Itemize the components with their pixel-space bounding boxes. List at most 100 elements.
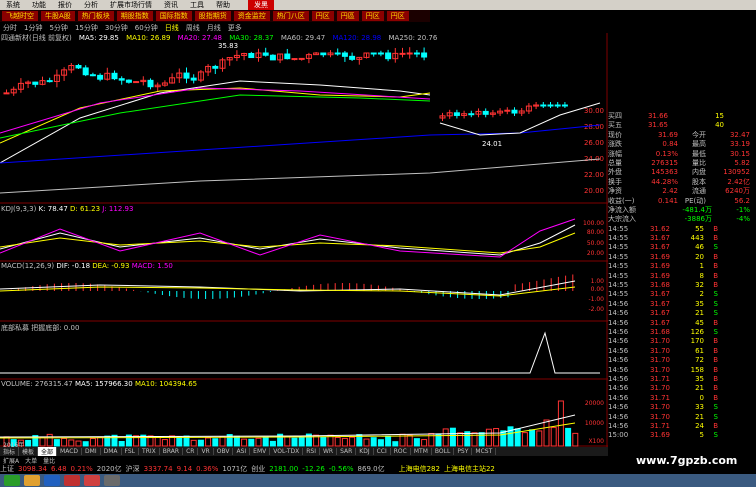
- volume-bar: [298, 436, 305, 447]
- tick-row: 14:55 31.67 443 B: [608, 234, 756, 243]
- info-value-2: 32.47: [729, 130, 750, 139]
- tick-time: 14:55: [608, 224, 629, 233]
- app-icon[interactable]: [84, 475, 100, 486]
- trading-app-icon[interactable]: [64, 475, 80, 486]
- tick-volume: 33: [695, 403, 704, 412]
- start-icon[interactable]: [4, 475, 20, 486]
- tick-time: 14:56: [608, 403, 629, 412]
- tick-time: 14:56: [608, 299, 629, 308]
- menu-item-6[interactable]: 工具: [184, 0, 210, 10]
- info-row: 总量 276315 量比 5.82: [608, 159, 756, 168]
- tick-side: S: [713, 403, 718, 412]
- buy-label: 买四: [608, 112, 622, 120]
- flow-pct: -4%: [736, 215, 750, 224]
- volume-bar: [291, 437, 298, 447]
- indicator-tab-17[interactable]: SAR: [337, 448, 357, 455]
- toolbar-button-9[interactable]: 円區: [336, 11, 359, 21]
- indicator-tab-14[interactable]: VOL-TDX: [270, 448, 304, 455]
- period-tab-9[interactable]: 更多: [228, 23, 242, 33]
- info-row: 外盘 145363 内盘 130952: [608, 168, 756, 177]
- indicator-tab-10[interactable]: VR: [198, 448, 214, 455]
- tick-volume: 1: [699, 262, 704, 271]
- toolbar-button-8[interactable]: 円区: [311, 11, 334, 21]
- indicator-tab-18[interactable]: KDJ: [356, 448, 374, 455]
- indicator-tab-12[interactable]: ASI: [233, 448, 251, 455]
- period-tab-8[interactable]: 月线: [207, 23, 221, 33]
- toolbar-button-0[interactable]: 飞越时空: [2, 11, 38, 21]
- toolbar-button-10[interactable]: 円区: [361, 11, 384, 21]
- indicator-tab-15[interactable]: RSI: [303, 448, 320, 455]
- cy-pct: -0.56%: [328, 465, 354, 473]
- volume-bar: [39, 436, 46, 447]
- toolbar-button-1[interactable]: 牛股A股: [41, 11, 75, 21]
- toolbar-button-2[interactable]: 热门板块: [77, 11, 114, 21]
- app-icon-2[interactable]: [104, 475, 120, 486]
- menu-item-9[interactable]: 发黑: [248, 0, 274, 10]
- period-tab-7[interactable]: 周线: [186, 23, 200, 33]
- tick-price: 31.69: [649, 271, 670, 280]
- period-tab-4[interactable]: 30分钟: [105, 23, 128, 33]
- ma30-line: [0, 94, 431, 139]
- period-tab-6[interactable]: 日线: [165, 23, 179, 33]
- tick-volume: 55: [695, 224, 704, 233]
- indicator-tab-5[interactable]: DMA: [101, 448, 122, 455]
- folder-icon[interactable]: [24, 475, 40, 486]
- indicator-tab-21[interactable]: MTM: [411, 448, 432, 455]
- ma250-label: MA250: 20.76: [388, 34, 438, 42]
- toolbar-button-7[interactable]: 热门八区: [272, 11, 309, 21]
- toolbar-button-5[interactable]: 股指期货: [194, 11, 231, 21]
- tick-row: 14:56 31.68 126 S: [608, 328, 756, 337]
- indicator-tab-4[interactable]: DMI: [82, 448, 101, 455]
- indicator-tab-6[interactable]: FSL: [122, 448, 140, 455]
- ma5-line: [0, 80, 431, 164]
- info-label-2: 最低: [692, 149, 706, 158]
- indicator-tab-7[interactable]: TRIX: [139, 448, 160, 455]
- volume-bar: [485, 428, 492, 447]
- indicator-tab-16[interactable]: WR: [320, 448, 338, 455]
- indicator-tab-22[interactable]: BOLL: [432, 448, 455, 455]
- indicator-tab-20[interactable]: ROC: [391, 448, 411, 455]
- candle-body: [118, 78, 125, 81]
- volume-bar: [89, 437, 96, 447]
- indicator-tab-8[interactable]: BRAR: [160, 448, 184, 455]
- menu-item-1[interactable]: 功能: [26, 0, 52, 10]
- period-tab-5[interactable]: 60分钟: [135, 23, 158, 33]
- sz-val: 3337.74: [143, 465, 173, 473]
- indicator-tab-23[interactable]: PSY: [454, 448, 473, 455]
- period-tab-1[interactable]: 1分钟: [24, 23, 42, 33]
- toolbar-button-3[interactable]: 期股指数: [116, 11, 153, 21]
- browser-icon[interactable]: [44, 475, 60, 486]
- tick-price: 31.62: [649, 224, 670, 233]
- indicator-tab-13[interactable]: EMV: [250, 448, 271, 455]
- period-tab-0[interactable]: 分时: [3, 23, 17, 33]
- kdj-title: KDJ(9,3,3): [1, 205, 37, 213]
- indicator-tab-19[interactable]: CCI: [374, 448, 391, 455]
- toolbar-button-11[interactable]: 円区: [386, 11, 409, 21]
- volume-bar: [572, 432, 579, 447]
- server-2[interactable]: 上海电信主站22: [444, 464, 495, 474]
- period-tab-3[interactable]: 15分钟: [75, 23, 98, 33]
- ma120-label: MA120: 28.98: [332, 34, 382, 42]
- volume-legend: VOLUME: 276315.47 MA5: 157966.30 MA10: 1…: [1, 380, 197, 388]
- candle-body: [547, 104, 554, 107]
- indicator-tab-3[interactable]: MACD: [57, 448, 83, 455]
- volume-bar: [392, 441, 399, 447]
- candle-body: [504, 109, 511, 112]
- indicator-tab-24[interactable]: MCST: [472, 448, 497, 455]
- menu-item-0[interactable]: 系统: [0, 0, 26, 10]
- menu-item-2[interactable]: 报价: [52, 0, 78, 10]
- toolbar-button-4[interactable]: 国际指数: [155, 11, 192, 21]
- tick-volume: 8: [699, 271, 704, 280]
- indicator-tab-11[interactable]: OBV: [214, 448, 234, 455]
- menu-item-4[interactable]: 扩展市场行情: [104, 0, 158, 10]
- server-1[interactable]: 上海电信282: [399, 464, 440, 474]
- period-tab-2[interactable]: 5分钟: [49, 23, 67, 33]
- menu-item-7[interactable]: 帮助: [210, 0, 236, 10]
- tick-time: 14:56: [608, 309, 629, 318]
- menu-item-5[interactable]: 资讯: [158, 0, 184, 10]
- indicator-tab-9[interactable]: CR: [183, 448, 199, 455]
- volume-bar: [255, 437, 262, 447]
- menu-item-3[interactable]: 分析: [78, 0, 104, 10]
- candle-body: [561, 104, 568, 107]
- toolbar-button-6[interactable]: 资金监控: [233, 11, 270, 21]
